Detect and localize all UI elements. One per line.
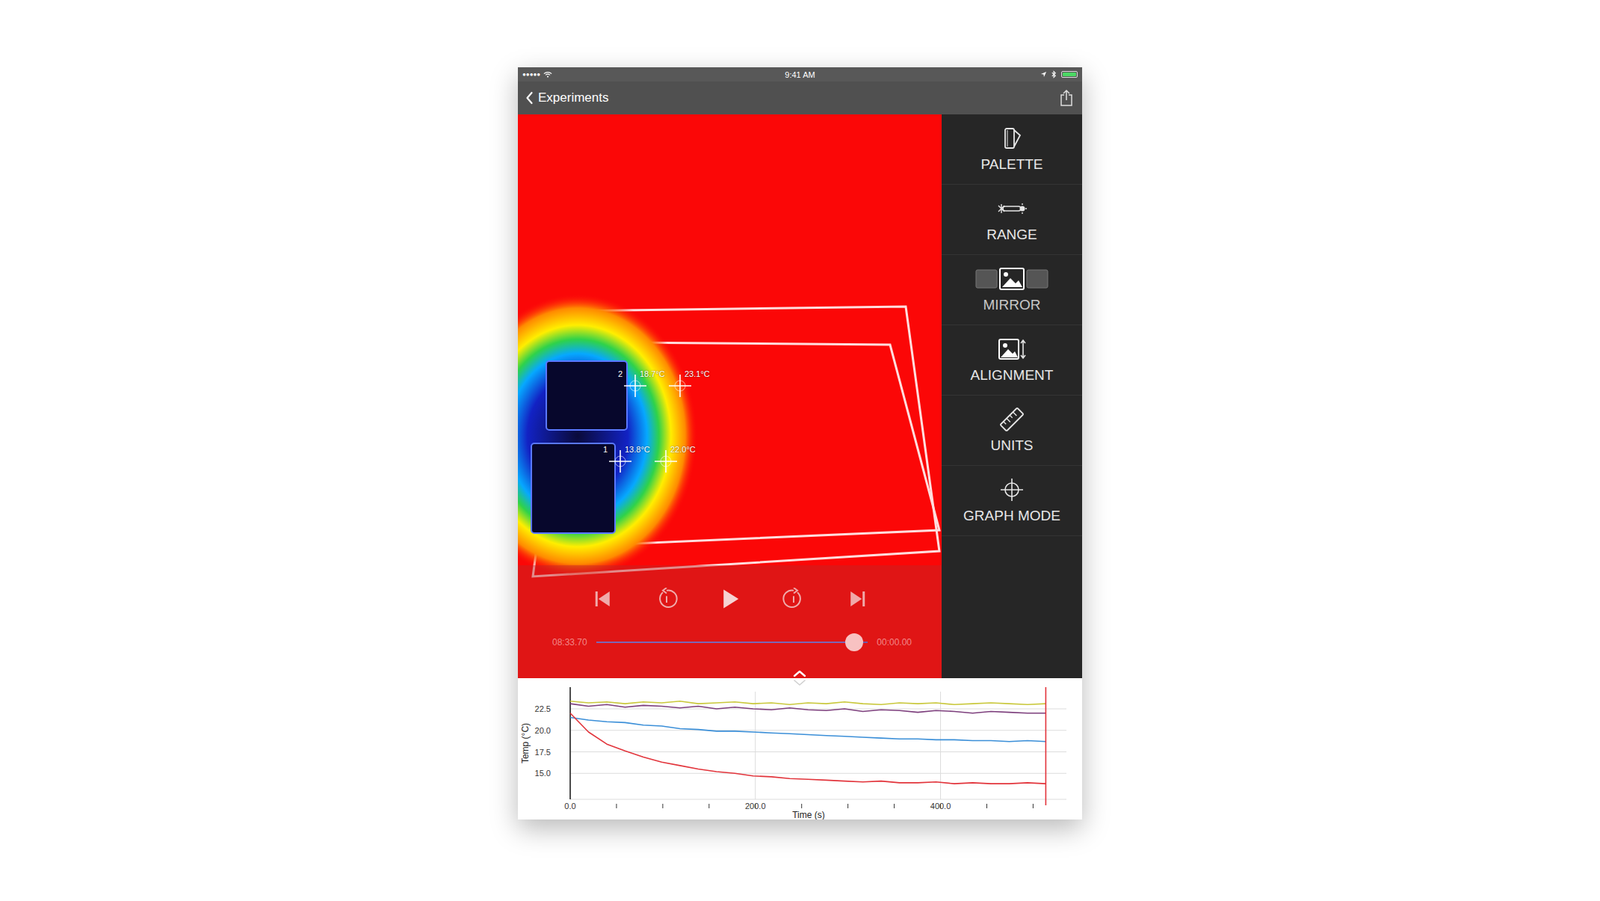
x-minor-tick (662, 803, 663, 808)
x-minor-tick (847, 803, 849, 808)
sidebar-item[interactable]: ALIGNMENT (941, 325, 1083, 396)
sidebar-item[interactable]: UNITS (941, 395, 1083, 466)
scrubber-track[interactable] (596, 632, 869, 652)
temperature-chart: 22.5 20.0 17.5 15.0 0.0 200.0 400.0 Time (s) Tem… (517, 677, 1083, 820)
navigation-bar: Experiments (517, 81, 1083, 115)
x-tick-label: 200.0 (745, 801, 766, 811)
wifi-icon (543, 70, 553, 78)
rewind-icon (655, 587, 678, 610)
sidebar-item[interactable]: PALETTE (941, 114, 1083, 185)
series-line (570, 703, 1046, 713)
play-button[interactable] (718, 587, 742, 610)
temperature-marker[interactable]: 113.8°C (609, 449, 632, 473)
bluetooth-icon (1050, 70, 1058, 79)
series-line (570, 717, 1046, 742)
skip-to-end-button[interactable] (845, 587, 869, 610)
sidebar-item[interactable]: MIRROR (941, 254, 1083, 326)
clock: 9:41 AM (784, 70, 815, 80)
marker-reading: 18.7°C (639, 369, 666, 379)
line-chart: 22.5 20.0 17.5 15.0 0.0 200.0 400.0 Time (s) Tem… (517, 677, 1083, 820)
marker-number: 2 (618, 369, 623, 379)
skip-back-icon (591, 587, 615, 610)
sidebar-item[interactable]: RANGE (941, 184, 1083, 255)
x-minor-tick (1032, 803, 1034, 808)
y-tick-label: 20.0 (535, 725, 551, 735)
mirror-icon (974, 266, 1050, 291)
y-tick-label: 17.5 (535, 747, 551, 757)
y-tick-label: 22.5 (535, 703, 551, 713)
y-tick-label: 15.0 (535, 768, 551, 778)
playback-panel: 08:33.70 00:00.00 (517, 564, 942, 678)
x-minor-tick (801, 803, 802, 808)
chevron-left-icon (525, 91, 534, 105)
x-minor-tick (708, 803, 710, 808)
marker-number: 1 (603, 444, 608, 454)
y-axis-title: Temp (°C) (520, 722, 531, 764)
x-minor-tick (615, 803, 617, 808)
page: ●●●●●9:41 AMExperiments218.7°C23.1°C113.… (0, 0, 1600, 901)
grid (570, 691, 1067, 799)
ruler-icon (996, 407, 1027, 432)
sidebar-item[interactable]: GRAPH MODE (941, 465, 1083, 536)
scrubber-row: 08:33.70 00:00.00 (517, 632, 942, 652)
signal-strength: ●●●●● (522, 70, 541, 78)
temperature-marker[interactable]: 218.7°C (624, 374, 647, 397)
app-screen: ●●●●●9:41 AMExperiments218.7°C23.1°C113.… (517, 67, 1083, 820)
drawer-handle[interactable] (789, 667, 811, 689)
step-back-button[interactable] (655, 587, 678, 610)
share-icon (1059, 88, 1074, 107)
alignment-icon (996, 337, 1027, 361)
skip-forward-icon (845, 587, 869, 610)
x-axis-title: Time (s) (792, 809, 826, 820)
x-minor-tick (893, 803, 895, 808)
scrubber-fill (596, 641, 855, 643)
marker-reading: 22.0°C (670, 444, 696, 454)
series-line (570, 700, 1046, 705)
x-tick-label: 0.0 (564, 801, 576, 811)
marker-reading: 23.1°C (684, 369, 710, 379)
tool-sidebar: PALETTERANGEMIRRORALIGNMENTUNITSGRAPH MO… (941, 114, 1083, 678)
x-minor-tick (986, 803, 988, 808)
fast-forward-icon (782, 587, 805, 610)
scrubber-thumb[interactable] (845, 632, 864, 651)
skip-to-start-button[interactable] (591, 587, 615, 610)
crosshair-icon (996, 477, 1027, 502)
x-tick-label: 400.0 (930, 801, 952, 811)
series-line (570, 712, 1046, 784)
temperature-marker[interactable]: 23.1°C (668, 374, 692, 397)
main-area: 218.7°C23.1°C113.8°C22.0°C08:33.7000:00.… (517, 114, 1083, 678)
location-icon (1040, 70, 1047, 79)
battery-icon (1061, 70, 1078, 78)
playback-controls (517, 587, 942, 610)
temperature-marker[interactable]: 22.0°C (654, 449, 678, 473)
palette-icon (996, 126, 1027, 151)
chevron-up-icon (790, 668, 809, 688)
thermal-viewer: 218.7°C23.1°C113.8°C22.0°C08:33.7000:00.… (517, 114, 942, 678)
step-forward-button[interactable] (782, 587, 805, 610)
play-icon (718, 587, 742, 610)
range-icon (996, 196, 1027, 221)
remaining-time: 00:00.00 (876, 636, 912, 648)
marker-reading: 13.8°C (624, 444, 651, 454)
share-button[interactable] (1059, 88, 1074, 107)
back-button[interactable]: Experiments (525, 90, 609, 106)
elapsed-time: 08:33.70 (552, 636, 588, 648)
status-bar: ●●●●● 9:41 AM (517, 67, 1083, 82)
time-cursor[interactable] (1045, 686, 1047, 805)
